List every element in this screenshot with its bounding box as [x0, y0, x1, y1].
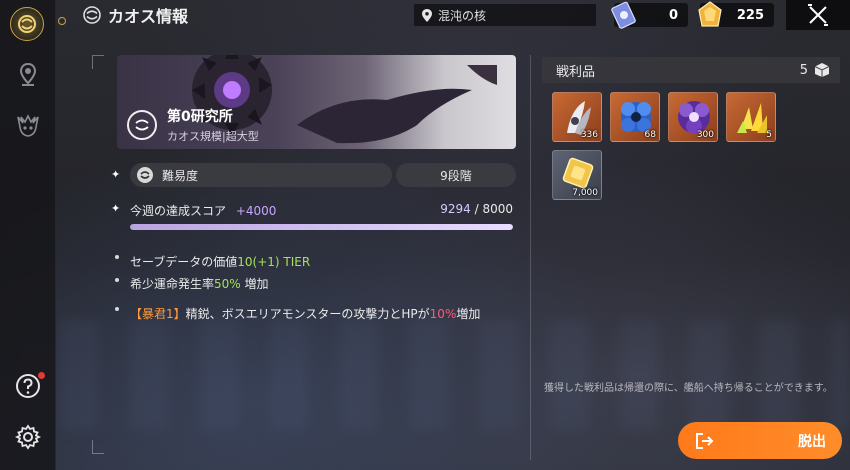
- gold-gem-icon: [698, 1, 722, 27]
- bullet-dot: [115, 255, 119, 259]
- weekly-score-label: 今週の達成スコア: [130, 204, 227, 218]
- background-strip: [60, 320, 850, 430]
- chaos-emblem-icon: [135, 119, 149, 131]
- loot-item[interactable]: 336: [552, 92, 602, 142]
- loot-header: 戦利品 5: [542, 57, 840, 83]
- tyrant-text-a: 精鋭、ボスエリアモンスターの攻撃力とHPが: [185, 307, 430, 321]
- location-pin-icon: [422, 8, 432, 22]
- loot-note: 獲得した戦利品は帰還の際に、艦船へ持ち帰ることができます。: [544, 383, 833, 394]
- demon-skull-icon: [17, 114, 39, 137]
- frame-corner-bottom-left: [92, 440, 104, 454]
- stage-banner: 第0研究所 カオス規模|超大型: [117, 55, 516, 149]
- difficulty-value: 9段階: [396, 163, 516, 187]
- tyrant-text-b: 増加: [456, 307, 481, 321]
- gem-currency[interactable]: 225: [698, 1, 774, 27]
- stage-subtitle: カオス規模|超大型: [167, 130, 259, 143]
- panel-divider: [530, 55, 531, 460]
- settings-button[interactable]: [14, 423, 42, 451]
- rare-fate-value: 50%: [214, 277, 241, 291]
- exit-door-icon: [696, 432, 714, 449]
- notification-badge: [38, 372, 45, 379]
- left-sidebar: [0, 0, 56, 470]
- loot-item[interactable]: 68: [610, 92, 660, 142]
- weekly-score-gain: +4000: [235, 204, 277, 218]
- score-separator: /: [474, 202, 479, 216]
- ticket-currency[interactable]: 0: [611, 1, 688, 29]
- loot-item[interactable]: 7,000: [552, 150, 602, 200]
- map-pin-button[interactable]: [14, 60, 42, 88]
- page-title-group: カオス情報: [82, 4, 188, 26]
- loot-count-group: 5: [800, 62, 830, 78]
- bullet-dot: [115, 307, 119, 311]
- location-name: 混沌の核: [438, 8, 487, 23]
- loot-title: 戦利品: [556, 64, 596, 80]
- save-value-row: セーブデータの価値10(+1) TIER: [130, 253, 310, 270]
- stage-emblem-icon: [127, 110, 157, 140]
- rare-fate-row: 希少運命発生率50% 増加: [130, 275, 269, 292]
- crystal-ticket-icon: [611, 1, 636, 29]
- ticket-count: 0: [668, 7, 678, 23]
- creature-silhouette: [297, 65, 497, 144]
- loot-qty: 336: [580, 130, 598, 140]
- box-icon: [814, 63, 830, 77]
- loot-qty: 68: [644, 130, 656, 140]
- close-button[interactable]: [786, 0, 850, 30]
- exit-label: 脱出: [798, 433, 826, 450]
- chaos-emblem-icon: [83, 6, 101, 24]
- stage-info: 第0研究所 カオス規模|超大型: [127, 105, 259, 145]
- save-value-label: セーブデータの価値: [130, 255, 238, 269]
- tyrant-row: 【暴君1】精鋭、ボスエリアモンスターの攻撃力とHPが10%増加: [130, 305, 480, 322]
- gear-icon: [15, 424, 41, 450]
- score-current: 9294: [440, 202, 471, 216]
- loot-count: 5: [799, 62, 808, 78]
- difficulty-label: 難易度: [162, 168, 199, 183]
- tyrant-value: 10%: [429, 307, 457, 321]
- save-value-tier: 10(+1) TIER: [237, 255, 311, 269]
- question-mark-icon: [16, 374, 40, 398]
- page-title: カオス情報: [108, 7, 189, 26]
- chaos-logo-button[interactable]: [10, 7, 44, 41]
- gem-count: 225: [736, 7, 764, 23]
- weekly-score-total: 9294 / 8000: [440, 202, 513, 216]
- loot-qty: 5: [766, 130, 772, 140]
- chaos-emblem-icon: [18, 15, 36, 33]
- loot-item[interactable]: 300: [668, 92, 718, 142]
- frame-corner-top-left: [92, 55, 104, 69]
- score-progress-fill: [130, 224, 513, 230]
- help-button[interactable]: [14, 372, 45, 400]
- loot-qty: 300: [696, 130, 714, 140]
- rare-fate-suffix: 増加: [244, 277, 269, 291]
- score-progress-bar: [130, 224, 513, 230]
- loot-qty: 7,000: [572, 188, 598, 198]
- map-pin-icon: [19, 62, 37, 86]
- loot-item[interactable]: 5: [726, 92, 776, 142]
- sparkle-icon: ✦: [111, 168, 121, 181]
- rare-fate-label: 希少運命発生率: [130, 277, 215, 291]
- sparkle-icon: ✦: [111, 202, 121, 215]
- title-indicator: [58, 17, 66, 25]
- location-indicator: 混沌の核: [414, 4, 596, 26]
- bullet-dot: [115, 278, 119, 282]
- stage-name: 第0研究所: [167, 109, 233, 125]
- difficulty-label-pill: 難易度: [130, 163, 392, 187]
- weekly-score-row: 今週の達成スコア +4000 9294 / 8000: [130, 202, 513, 219]
- difficulty-icon: [137, 167, 153, 183]
- exit-button[interactable]: 脱出: [678, 422, 842, 459]
- tyrant-tag: 【暴君1】: [130, 307, 186, 321]
- boss-button[interactable]: [14, 112, 42, 140]
- score-max: 8000: [482, 202, 513, 216]
- close-icon: [808, 4, 828, 26]
